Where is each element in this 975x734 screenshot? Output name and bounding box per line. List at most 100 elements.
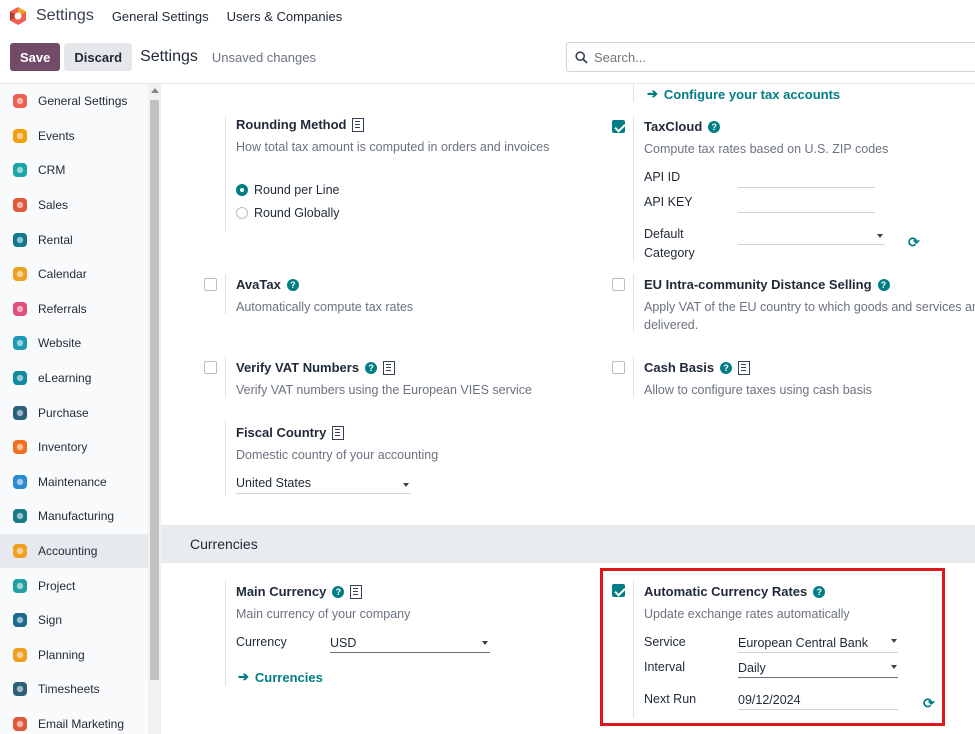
default-category-select[interactable]	[738, 244, 885, 245]
sidebar-item-accounting[interactable]: Accounting	[0, 533, 148, 569]
discard-button[interactable]: Discard	[64, 43, 133, 71]
fiscal-country-setting: Fiscal Country Domestic country of your …	[236, 425, 438, 464]
help-icon[interactable]: ?	[877, 278, 890, 291]
planning-app-icon	[10, 645, 30, 665]
help-icon[interactable]: ?	[286, 278, 299, 291]
sidebar-item-elearning[interactable]: eLearning	[0, 361, 148, 396]
accounting-app-icon	[10, 541, 30, 561]
events-app-icon	[10, 126, 30, 146]
sidebar-item-email-marketing[interactable]: Email Marketing	[0, 707, 148, 734]
verify-vat-setting: Verify VAT Numbers? Verify VAT numbers u…	[236, 360, 532, 399]
chevron-down-icon[interactable]	[403, 483, 409, 487]
avatax-desc: Automatically compute tax rates	[236, 300, 414, 314]
sidebar-item-label: eLearning	[38, 371, 92, 386]
cash-basis-checkbox[interactable]	[612, 361, 625, 374]
page-title: Settings	[140, 48, 198, 65]
verify-vat-title: Verify VAT Numbers	[236, 360, 360, 375]
avatax-checkbox[interactable]	[204, 278, 217, 291]
menu-users-companies[interactable]: Users & Companies	[227, 9, 343, 24]
currencies-link[interactable]: ➔ Currencies	[238, 669, 323, 685]
sidebar-item-sales[interactable]: Sales	[0, 188, 148, 223]
sidebar-item-planning[interactable]: Planning	[0, 638, 148, 673]
menu-general-settings[interactable]: General Settings	[112, 9, 209, 24]
currency-value[interactable]: USD	[330, 636, 356, 650]
sidebar-item-label: Rental	[38, 232, 73, 247]
fiscal-country-title: Fiscal Country	[236, 425, 327, 440]
app-title: Settings	[36, 7, 94, 24]
api-id-input[interactable]	[738, 187, 875, 188]
eu-distance-selling-setting: EU Intra-community Distance Selling? App…	[644, 277, 975, 334]
currencies-section-header: Currencies	[161, 525, 975, 563]
radio-round-per-line[interactable]: Round per Line	[236, 183, 339, 197]
scrollbar-thumb[interactable]	[150, 100, 159, 680]
setting-divider	[225, 116, 226, 231]
arrow-right-icon: ➔	[647, 86, 658, 101]
sidebar-item-rental[interactable]: Rental	[0, 222, 148, 257]
fiscal-country-value[interactable]: United States	[236, 476, 311, 490]
sidebar-item-label: Website	[38, 336, 82, 351]
timesheets-app-icon	[10, 679, 30, 699]
sidebar-item-project[interactable]: Project	[0, 568, 148, 603]
radio-dot[interactable]	[236, 207, 248, 219]
radio-dot-selected[interactable]	[236, 184, 248, 196]
search-box[interactable]	[566, 42, 975, 72]
default-label: Default	[644, 227, 684, 241]
help-icon[interactable]: ?	[332, 585, 345, 598]
api-id-label: API ID	[644, 170, 681, 184]
rounding-method-desc: How total tax amount is computed in orde…	[236, 140, 550, 154]
sidebar-item-website[interactable]: Website	[0, 326, 148, 361]
verify-vat-checkbox[interactable]	[204, 361, 217, 374]
setting-divider	[225, 357, 226, 397]
scroll-up-arrow-icon[interactable]	[151, 88, 159, 93]
fiscal-country-select[interactable]	[236, 493, 411, 494]
sidebar-item-label: Sign	[38, 613, 63, 628]
help-icon[interactable]: ?	[720, 361, 733, 374]
radio-round-globally[interactable]: Round Globally	[236, 206, 339, 220]
sidebar-item-label: Events	[38, 128, 75, 143]
search-input[interactable]	[594, 49, 934, 65]
sidebar-item-events[interactable]: Events	[0, 119, 148, 154]
help-icon[interactable]: ?	[365, 361, 378, 374]
cash-basis-title: Cash Basis	[644, 360, 715, 375]
sidebar-item-sign[interactable]: Sign	[0, 603, 148, 638]
setting-divider	[225, 421, 226, 496]
sidebar-item-purchase[interactable]: Purchase	[0, 395, 148, 430]
company-building-icon	[383, 360, 396, 375]
setting-divider	[633, 84, 634, 102]
chevron-down-icon[interactable]	[877, 234, 883, 238]
save-button[interactable]: Save	[10, 43, 61, 71]
cash-basis-desc: Allow to configure taxes using cash basi…	[644, 383, 872, 397]
sidebar-item-referrals[interactable]: Referrals	[0, 292, 148, 327]
help-icon[interactable]: ?	[708, 120, 721, 133]
sidebar-item-label: Planning	[38, 647, 85, 662]
sidebar-item-inventory[interactable]: Inventory	[0, 430, 148, 465]
configure-tax-accounts-link[interactable]: ➔ Configure your tax accounts	[647, 86, 840, 102]
control-panel: Save Discard Settings Unsaved changes	[0, 38, 975, 76]
sidebar-item-calendar[interactable]: Calendar	[0, 257, 148, 292]
taxcloud-desc: Compute tax rates based on U.S. ZIP code…	[644, 142, 889, 156]
chevron-down-icon[interactable]	[482, 641, 488, 645]
refresh-icon[interactable]: ⟳	[908, 234, 920, 251]
rental-app-icon	[10, 230, 30, 250]
taxcloud-checkbox[interactable]	[612, 120, 625, 133]
currency-select[interactable]	[330, 652, 490, 653]
company-building-icon	[332, 425, 345, 440]
sidebar-item-crm[interactable]: CRM	[0, 153, 148, 188]
odoo-settings-logo-icon[interactable]	[8, 6, 28, 26]
crm-app-icon	[10, 160, 30, 180]
sidebar-item-general-settings[interactable]: General Settings	[0, 84, 148, 119]
sidebar-item-label: Calendar	[38, 267, 87, 282]
api-key-input[interactable]	[738, 212, 875, 213]
avatax-title: AvaTax	[236, 277, 281, 292]
sidebar-item-manufacturing[interactable]: Manufacturing	[0, 499, 148, 534]
verify-vat-desc: Verify VAT numbers using the European VI…	[236, 383, 532, 397]
sidebar-item-label: General Settings	[38, 94, 128, 109]
inventory-app-icon	[10, 437, 30, 457]
sidebar-item-timesheets[interactable]: Timesheets	[0, 672, 148, 707]
sidebar-scrollbar[interactable]	[148, 84, 161, 734]
sidebar-item-label: Maintenance	[38, 474, 107, 489]
project-app-icon	[10, 576, 30, 596]
sidebar-item-maintenance[interactable]: Maintenance	[0, 465, 148, 500]
eu-distance-selling-checkbox[interactable]	[612, 278, 625, 291]
company-building-icon	[350, 584, 363, 599]
